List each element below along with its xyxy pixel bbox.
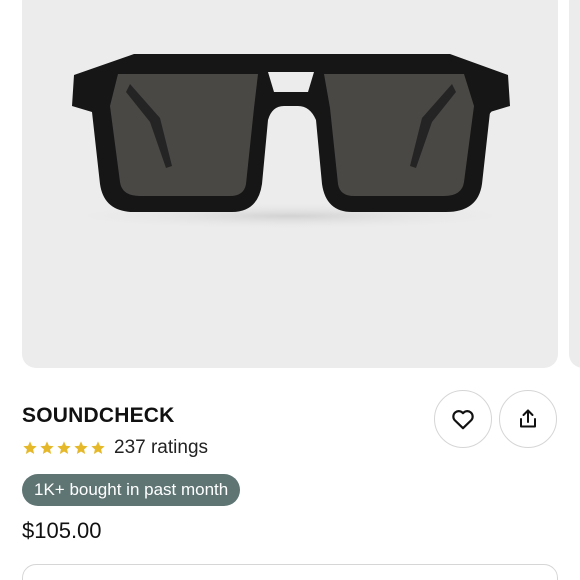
share-icon <box>520 409 536 428</box>
ratings-count[interactable]: 237 ratings <box>114 437 208 459</box>
next-product-image[interactable] <box>569 0 580 368</box>
product-title: SOUNDCHECK <box>22 404 175 427</box>
star-icon <box>23 441 37 454</box>
bought-badge: 1K+ bought in past month <box>22 474 241 506</box>
star-rating <box>22 440 106 456</box>
rating-row[interactable]: 237 ratings <box>22 436 208 460</box>
product-price: $105.00 <box>22 518 102 543</box>
star-icon <box>40 441 54 454</box>
sunglasses-image <box>50 54 530 230</box>
star-icon <box>74 441 88 454</box>
product-detail-page: SOUNDCHECK 237 ratings 1K+ bought in pas… <box>0 0 580 580</box>
heart-icon <box>452 410 474 430</box>
favorite-button[interactable] <box>434 390 492 448</box>
product-image[interactable] <box>22 0 558 368</box>
bottom-card[interactable] <box>22 564 558 580</box>
star-icon <box>57 441 71 454</box>
share-button[interactable] <box>499 390 557 448</box>
star-icon <box>91 441 105 454</box>
